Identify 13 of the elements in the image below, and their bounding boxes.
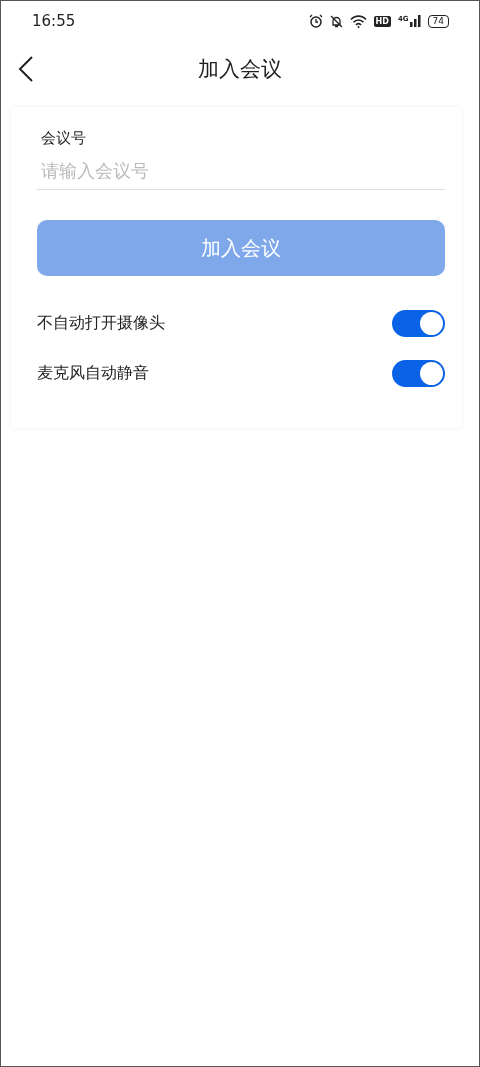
toggle-label: 不自动打开摄像头 [37, 312, 165, 334]
hd-indicator: HD [373, 15, 391, 27]
page-title: 加入会议 [198, 56, 282, 83]
alarm-clock-icon [308, 14, 323, 28]
toggle-label: 麦克风自动静音 [37, 362, 149, 384]
status-time: 16:55 [32, 12, 77, 30]
toggle-switch[interactable] [392, 359, 445, 387]
field-label: 会议号 [41, 129, 87, 148]
wifi-icon [349, 14, 367, 28]
signal-icon [409, 15, 421, 27]
toggle-switch[interactable] [392, 309, 445, 337]
battery-level: 74 [427, 14, 449, 28]
muted-bell-icon [329, 14, 343, 28]
